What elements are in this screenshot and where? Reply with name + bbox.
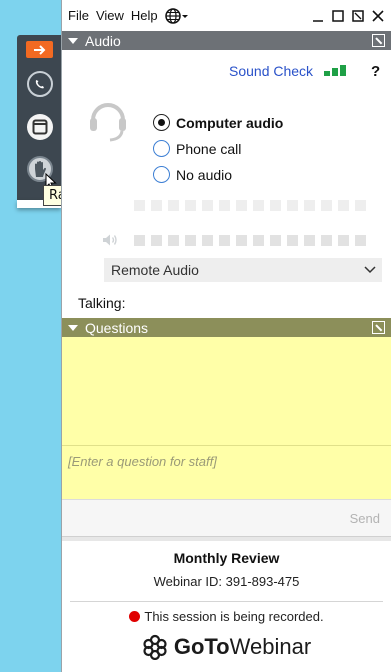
menu-help[interactable]: Help [131,8,158,23]
webinar-id: Webinar ID: 391-893-475 [153,574,300,589]
computer-audio-label: Computer audio [176,114,284,131]
no-audio-label: No audio [176,166,233,183]
questions-header-label: Questions [85,319,149,336]
gotowebinar-logo-icon [143,634,167,660]
control-panel: File View Help Audio Sound Check ? Compu… [61,0,391,672]
send-row: Send [62,499,391,536]
computer-audio-radio[interactable] [153,114,170,131]
phone-call-option[interactable]: Phone call [153,140,241,157]
collapse-arrow-button[interactable] [26,41,53,58]
brand-webinar: Webinar [229,634,312,659]
audio-section-header[interactable]: Audio [62,31,391,50]
audio-device-value: Remote Audio [111,262,199,278]
headset-icon [88,96,128,151]
audio-device-dropdown[interactable]: Remote Audio [104,258,382,282]
info-divider [70,601,383,602]
no-audio-radio[interactable] [153,166,170,183]
speaker-level-meter [134,235,366,246]
collapse-triangle-icon [68,37,78,44]
language-menu[interactable] [164,7,189,24]
phone-call-radio[interactable] [153,140,170,157]
popout-icon [352,9,364,22]
chevron-down-icon [364,266,376,274]
send-button[interactable]: Send [350,511,380,526]
brand-goto: GoTo [173,634,230,659]
window-controls [311,9,391,23]
menu-file[interactable]: File [68,8,89,23]
popout-button[interactable] [351,9,365,23]
arrow-right-icon [33,44,45,55]
popout-audio-icon[interactable] [372,34,385,47]
sound-check-link[interactable]: Sound Check [229,63,313,79]
question-input-padding [62,485,391,499]
no-audio-option[interactable]: No audio [153,166,232,183]
phone-call-label: Phone call [176,140,242,157]
menu-bar: File View Help [62,0,391,31]
phone-icon [35,80,44,89]
questions-section-header[interactable]: Questions [62,318,391,337]
globe-icon [164,7,188,24]
mic-level-meter [134,200,366,211]
audio-section: Sound Check ? Computer audio Phone call … [62,50,391,318]
signal-strength-icon [324,65,346,76]
close-icon [372,9,384,22]
menu-view[interactable]: View [96,8,124,23]
maximize-button[interactable] [331,9,345,23]
minimize-button[interactable] [311,9,325,23]
recording-notice: This session is being recorded. [62,609,391,624]
collapse-triangle-icon [68,324,78,331]
maximize-icon [332,9,344,22]
audio-header-label: Audio [85,32,121,49]
recording-dot-icon [129,611,141,622]
help-button[interactable]: ? [371,63,380,80]
talking-label: Talking: [78,295,126,311]
webinar-title: Monthly Review [173,550,280,566]
gotowebinar-brand: GoTo Webinar [62,634,391,660]
minimize-icon [313,19,323,22]
speaker-icon [102,233,120,252]
phone-button[interactable] [27,71,53,97]
close-button[interactable] [371,9,385,23]
popout-questions-icon[interactable] [372,321,385,334]
question-input[interactable]: [Enter a question for staff] [62,445,391,485]
window-icon [32,119,48,135]
recording-text: This session is being recorded. [144,609,324,624]
questions-log [62,337,391,445]
computer-audio-option[interactable]: Computer audio [153,114,283,131]
webinar-info: Monthly Review Webinar ID: 391-893-475 T… [62,541,391,660]
show-panel-button[interactable] [27,114,53,140]
